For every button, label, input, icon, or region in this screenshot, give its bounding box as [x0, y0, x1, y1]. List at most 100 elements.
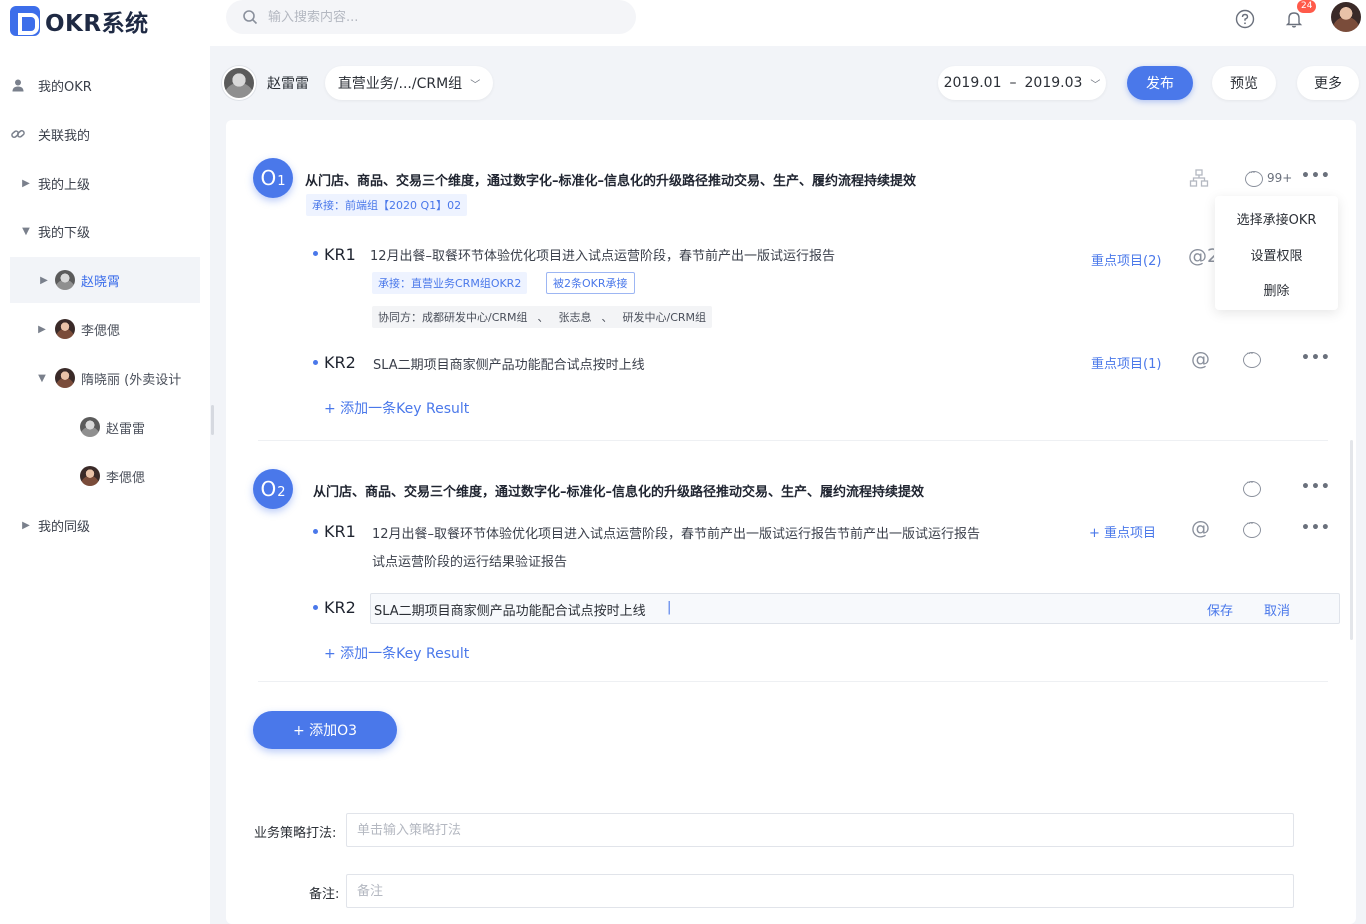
top-bar: OKR系统 24	[0, 0, 1366, 46]
bullet-icon	[313, 251, 318, 256]
comment-icon[interactable]	[1243, 349, 1261, 368]
objective-title[interactable]: 从门店、商品、交易三个维度，通过数字化–标准化–信息化的升级路径推动交易、生产、…	[305, 170, 916, 189]
divider	[258, 440, 1328, 441]
sidebar-item-superiors[interactable]: ▶ 我的上级	[0, 163, 210, 203]
department-select[interactable]: 直营业务/.../CRM组 ﹀	[325, 66, 493, 100]
kr-text[interactable]: 12月出餐–取餐环节体验优化项目进入试点运营阶段，春节前产出一版试运行报告节前产…	[372, 523, 980, 542]
sidebar-item-label: 我的OKR	[38, 79, 92, 95]
sidebar-subitem-sui-xiaoli[interactable]: ▼ 隋晓丽 (外卖设计	[0, 358, 210, 398]
comment-icon[interactable]	[1245, 168, 1263, 187]
help-icon[interactable]	[1234, 8, 1256, 30]
kr-text-continued[interactable]: 试点运营阶段的运行结果验证报告	[372, 551, 567, 570]
bullet-icon	[313, 605, 318, 610]
sidebar-subitem-li-sisi-2[interactable]: 李偲偲	[0, 456, 210, 496]
more-icon[interactable]: •••	[1301, 350, 1331, 366]
sidebar-subitem-label: 赵晓霄	[81, 274, 121, 290]
bullet-icon	[313, 529, 318, 534]
add-objective-button[interactable]: + 添加O3	[253, 711, 397, 749]
caret-right-icon: ▶	[38, 323, 46, 335]
org-tree-icon[interactable]	[1189, 168, 1209, 192]
caret-right-icon: ▶	[22, 177, 30, 189]
sidebar-item-peers[interactable]: ▶ 我的同级	[0, 505, 210, 545]
date-start: 2019.01	[943, 75, 1002, 91]
app-logo[interactable]: OKR系统	[10, 4, 149, 38]
chevron-down-icon: ﹀	[1090, 79, 1101, 91]
sidebar-scrollbar[interactable]	[211, 405, 214, 435]
strategy-field[interactable]	[346, 813, 1294, 847]
sidebar-item-label: 关联我的	[38, 128, 91, 144]
collaborator-tag[interactable]: 协同方： 成都研发中心/CRM组 、 张志息 、 研发中心/CRM组	[372, 306, 713, 328]
note-input[interactable]	[347, 875, 1293, 907]
user-avatar[interactable]	[1331, 2, 1361, 32]
adopted-tag[interactable]: 被2条OKR承接	[546, 272, 635, 294]
chevron-down-icon: ﹀	[470, 79, 481, 91]
menu-item-permissions[interactable]: 设置权限	[1215, 245, 1338, 264]
comment-icon[interactable]	[1243, 519, 1261, 538]
kr-label: KR2	[324, 353, 356, 372]
menu-item-select-inherit[interactable]: 选择承接OKR	[1215, 209, 1338, 228]
okr-card	[226, 120, 1356, 924]
more-icon[interactable]: •••	[1301, 168, 1331, 184]
inherit-tag[interactable]: 承接：前端组【2020 Q1】02	[306, 194, 468, 216]
add-kr-button[interactable]: + 添加一条Key Result	[324, 398, 469, 418]
date-separator: –	[1009, 75, 1017, 91]
text-cursor: |	[667, 600, 672, 615]
kr-label: KR1	[324, 245, 356, 264]
sidebar-subitem-label: 赵雷雷	[106, 421, 146, 437]
objective-title[interactable]: 从门店、商品、交易三个维度，通过数字化–标准化–信息化的升级路径推动交易、生产、…	[313, 481, 924, 500]
sidebar-item-subordinates[interactable]: ▼ 我的下级	[0, 211, 210, 251]
strategy-label: 业务策略打法:	[254, 826, 337, 841]
sidebar-subitem-zhao-xiaoxiao[interactable]: ▶ 赵晓霄	[10, 257, 200, 303]
mention-icon[interactable]: @2	[1188, 245, 1214, 267]
more-button[interactable]: 更多	[1297, 66, 1359, 100]
date-range-select[interactable]: 2019.01 – 2019.03 ﹀	[938, 66, 1106, 100]
app-title: OKR系统	[45, 11, 149, 37]
kr-text[interactable]: 12月出餐–取餐环节体验优化项目进入试点运营阶段，春节前产出一版试运行报告	[370, 245, 835, 264]
owner-name: 赵雷雷	[267, 76, 309, 92]
notification-badge: 24	[1297, 0, 1317, 13]
department-value: 直营业务/.../CRM组	[337, 76, 463, 92]
sidebar-subitem-li-sisi[interactable]: ▶ 李偲偲	[0, 309, 210, 349]
bullet-icon	[313, 360, 318, 365]
search-icon	[243, 10, 258, 25]
comment-icon[interactable]	[1243, 478, 1261, 497]
sidebar-item-label: 我的下级	[38, 225, 91, 241]
sidebar-item-related[interactable]: 关联我的	[0, 114, 210, 154]
menu-item-delete[interactable]: 删除	[1215, 280, 1338, 299]
kr-label: KR1	[324, 522, 356, 541]
search-bar[interactable]	[226, 0, 636, 34]
mention-icon[interactable]: @	[1191, 517, 1210, 539]
more-menu: 选择承接OKR 设置权限 删除	[1215, 196, 1338, 310]
caret-right-icon: ▶	[40, 274, 48, 286]
avatar	[55, 270, 75, 290]
caret-right-icon: ▶	[22, 519, 30, 531]
avatar	[55, 368, 75, 388]
note-field[interactable]	[346, 874, 1294, 908]
add-key-project-button[interactable]: + 重点项目	[1089, 522, 1156, 541]
more-icon[interactable]: •••	[1301, 520, 1331, 536]
caret-down-icon: ▼	[22, 225, 30, 237]
objective-badge: O2	[253, 469, 293, 509]
kr-edit-field[interactable]: SLA二期项目商家侧产品功能配合试点按时上线 | 保存 取消	[370, 593, 1340, 624]
kr-edit-value[interactable]: SLA二期项目商家侧产品功能配合试点按时上线	[374, 600, 646, 619]
publish-button[interactable]: 发布	[1127, 66, 1193, 100]
note-label: 备注:	[309, 887, 340, 902]
cancel-button[interactable]: 取消	[1264, 600, 1290, 619]
inherit-tag[interactable]: 承接：直营业务CRM组OKR2	[372, 272, 528, 294]
kr-label: KR2	[324, 598, 356, 617]
sidebar-subitem-zhao-leilei[interactable]: 赵雷雷	[0, 407, 210, 447]
kr-text[interactable]: SLA二期项目商家侧产品功能配合试点按时上线	[373, 354, 645, 373]
date-end: 2019.03	[1024, 75, 1083, 91]
add-kr-button[interactable]: + 添加一条Key Result	[324, 643, 469, 663]
search-input[interactable]	[268, 9, 588, 25]
mention-icon[interactable]: @	[1191, 348, 1210, 370]
preview-button[interactable]: 预览	[1212, 66, 1276, 100]
strategy-input[interactable]	[347, 814, 1293, 846]
sidebar-item-my-okr[interactable]: 我的OKR	[0, 65, 210, 105]
more-icon[interactable]: •••	[1301, 479, 1331, 495]
save-button[interactable]: 保存	[1207, 600, 1233, 619]
key-project-link[interactable]: 重点项目(2)	[1091, 250, 1161, 269]
main-scrollbar[interactable]	[1350, 440, 1353, 640]
caret-down-icon: ▼	[38, 372, 46, 384]
key-project-link[interactable]: 重点项目(1)	[1091, 353, 1161, 372]
